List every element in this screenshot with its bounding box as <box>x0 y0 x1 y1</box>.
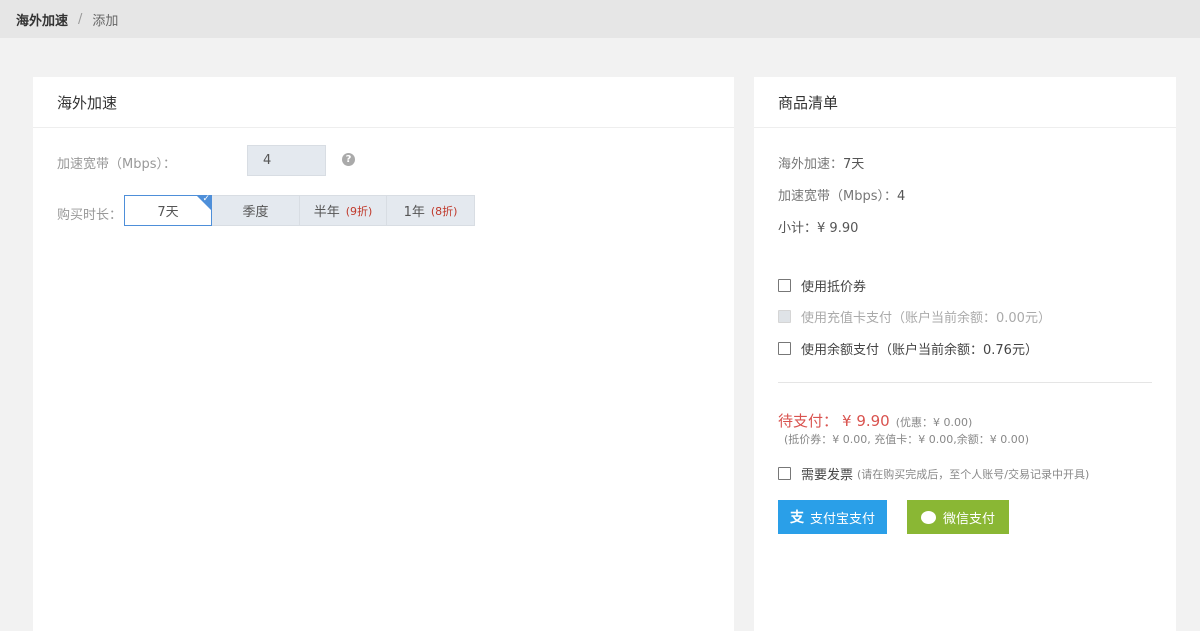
total-amount: ¥ 9.90 <box>842 412 890 430</box>
wechat-label: 微信支付 <box>942 510 995 526</box>
summary-item-value: 7天 <box>843 157 865 172</box>
invoice-checkbox[interactable] <box>778 467 791 480</box>
order-summary-panel: 商品清单 海外加速：7天 加速宽带（Mbps）：4 小计：¥ 9.90 使用抵价… <box>754 77 1176 631</box>
wechat-pay-button[interactable]: 微信支付 <box>907 500 1009 534</box>
summary-bandwidth-value: 4 <box>897 189 906 204</box>
subtotal-value: ¥ 9.90 <box>817 221 859 236</box>
bandwidth-row: 加速宽带（Mbps）： 4 ? <box>57 145 355 176</box>
order-form-panel: 海外加速 加速宽带（Mbps）： 4 ? 购买时长： 7天 ✓ 季度 半年 (9… <box>33 77 734 631</box>
alipay-icon: 支 <box>789 509 804 525</box>
card-label: 使用充值卡支付（账户当前余额：0.00元） <box>801 311 1051 326</box>
pay-detail: (抵价券：¥ 0.00, 充值卡：¥ 0.00,余额：¥ 0.00) <box>784 433 1030 446</box>
summary-bandwidth-label: 加速宽带（Mbps）： <box>778 189 897 204</box>
pay-total: 待支付： ¥ 9.90 (优惠：¥ 0.00) <box>778 410 972 431</box>
bandwidth-input[interactable]: 4 <box>247 145 326 176</box>
breadcrumb-bar: 海外加速 / 添加 <box>0 0 1200 38</box>
wechat-icon <box>920 510 936 524</box>
duration-options: 7天 ✓ 季度 半年 (9折) 1年 (8折) <box>124 194 475 226</box>
summary-bandwidth-line: 加速宽带（Mbps）：4 <box>778 185 905 204</box>
duration-option-label: 7天 <box>157 205 179 220</box>
duration-option-year[interactable]: 1年 (8折) <box>386 195 475 226</box>
bandwidth-label: 加速宽带（Mbps）： <box>57 157 176 172</box>
breadcrumb-root[interactable]: 海外加速 <box>16 10 68 29</box>
duration-option-label: 半年 <box>313 205 340 220</box>
card-option: 使用充值卡支付（账户当前余额：0.00元） <box>778 307 1051 326</box>
duration-discount: (9折) <box>345 204 373 218</box>
coupon-label: 使用抵价券 <box>801 280 867 295</box>
summary-item-label: 海外加速： <box>778 157 844 172</box>
breadcrumb-current: 添加 <box>92 13 119 29</box>
duration-option-label: 1年 <box>403 205 425 220</box>
alipay-button[interactable]: 支 支付宝支付 <box>778 500 887 534</box>
duration-option-7d[interactable]: 7天 ✓ <box>124 194 212 226</box>
total-discount: (优惠：¥ 0.00) <box>895 416 973 429</box>
card-checkbox <box>778 310 791 323</box>
invoice-option[interactable]: 需要发票 (请在购买完成后，至个人账号/交易记录中开具) <box>778 464 1089 483</box>
subtotal-label: 小计： <box>778 221 818 236</box>
summary-item-line: 海外加速：7天 <box>778 153 864 172</box>
duration-row: 购买时长： 7天 ✓ 季度 半年 (9折) 1年 (8折) <box>57 194 475 226</box>
breadcrumb-separator: / <box>78 11 83 27</box>
duration-option-halfyear[interactable]: 半年 (9折) <box>299 195 387 226</box>
duration-option-quarter[interactable]: 季度 <box>211 195 300 226</box>
summary-title: 商品清单 <box>754 77 1176 128</box>
question-circle-icon[interactable]: ? <box>342 153 355 166</box>
coupon-option[interactable]: 使用抵价券 <box>778 276 866 295</box>
balance-option[interactable]: 使用余额支付（账户当前余额：0.76元） <box>778 339 1038 358</box>
content-area: 海外加速 加速宽带（Mbps）： 4 ? 购买时长： 7天 ✓ 季度 半年 (9… <box>13 38 1200 631</box>
summary-subtotal-line: 小计：¥ 9.90 <box>778 217 858 236</box>
duration-label: 购买时长： <box>57 208 123 223</box>
invoice-note: (请在购买完成后，至个人账号/交易记录中开具) <box>857 467 1090 481</box>
panel-title: 海外加速 <box>33 77 734 128</box>
check-icon: ✓ <box>202 194 210 204</box>
invoice-label: 需要发票 <box>801 468 854 483</box>
coupon-checkbox[interactable] <box>778 279 791 292</box>
alipay-label: 支付宝支付 <box>809 510 875 526</box>
duration-discount: (8折) <box>430 204 458 218</box>
balance-checkbox[interactable] <box>778 342 791 355</box>
balance-label: 使用余额支付（账户当前余额：0.76元） <box>801 343 1038 358</box>
total-label: 待支付： <box>778 412 839 430</box>
duration-option-label: 季度 <box>242 205 269 220</box>
divider <box>778 382 1152 383</box>
